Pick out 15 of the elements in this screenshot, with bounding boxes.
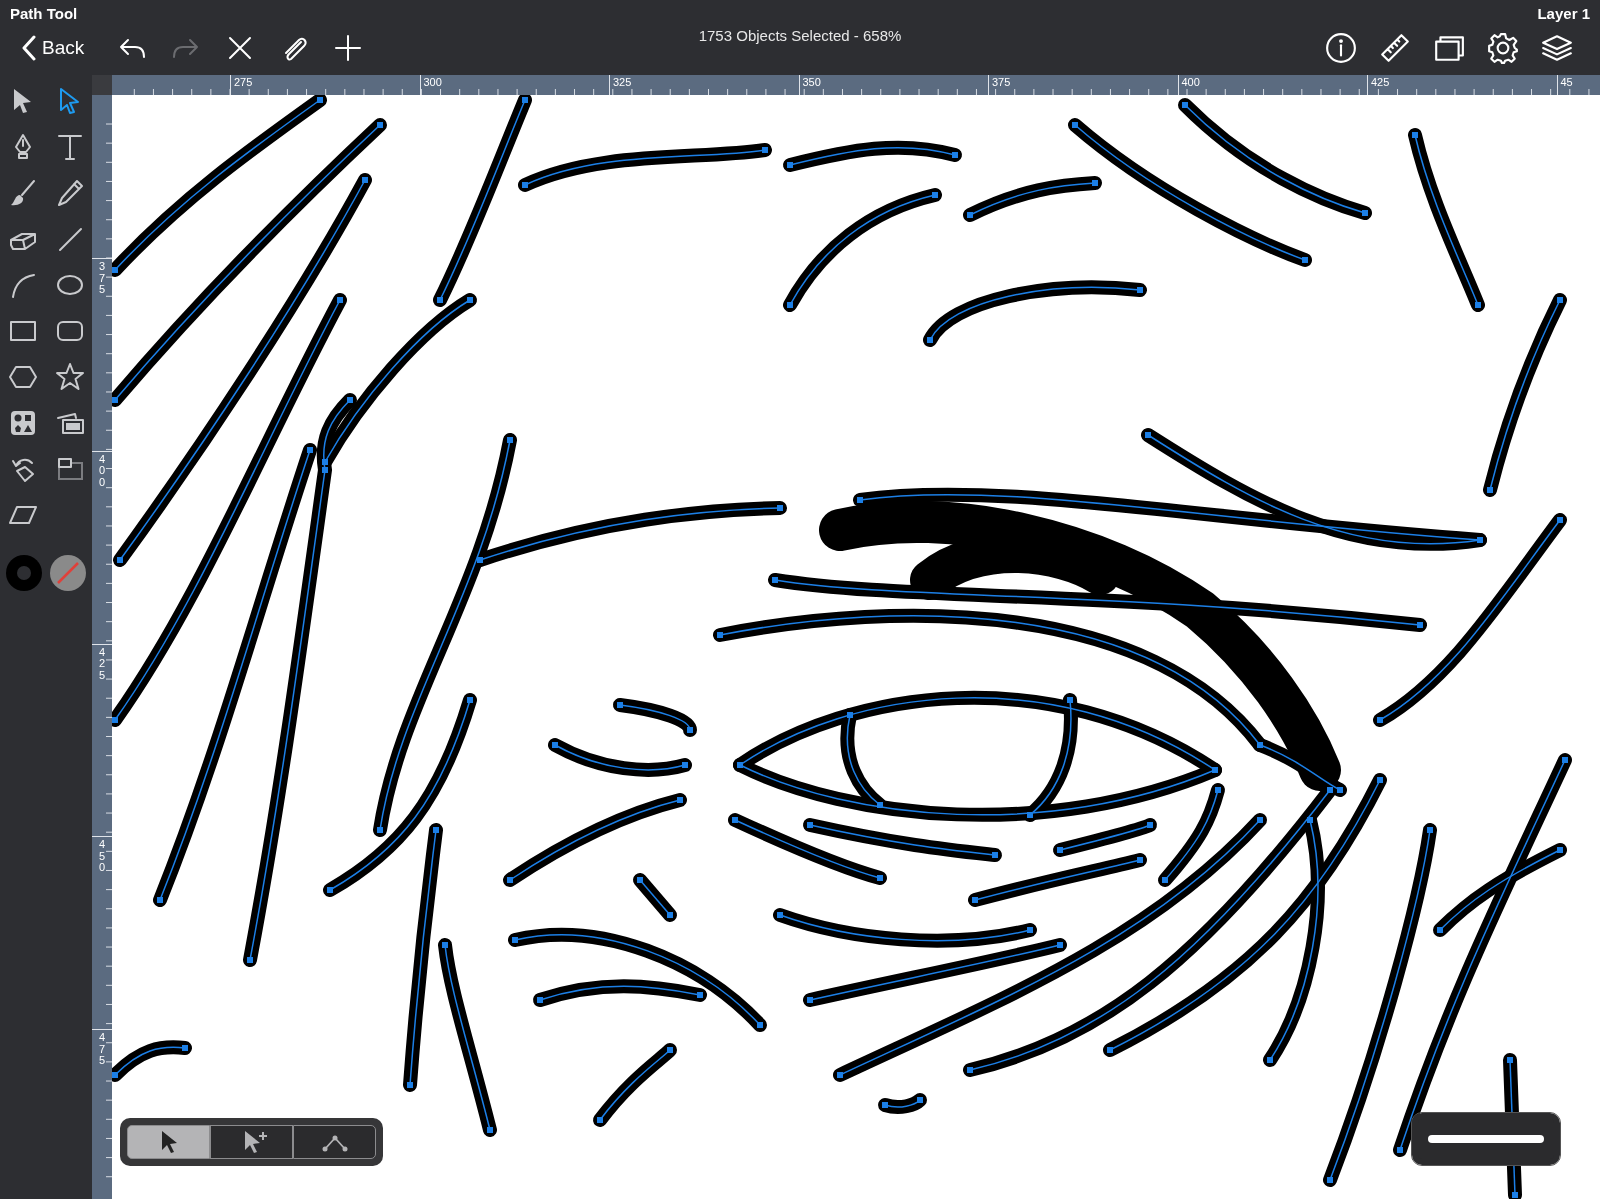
node-mode-button[interactable] <box>293 1125 376 1159</box>
ruler-corner <box>92 75 112 95</box>
settings-icon[interactable] <box>1486 31 1520 65</box>
stroke-swatch[interactable] <box>6 555 42 591</box>
stroke-width-control[interactable] <box>1412 1113 1560 1165</box>
info-icon[interactable] <box>1324 31 1358 65</box>
back-button[interactable]: Back <box>22 33 85 63</box>
ruler-icon[interactable] <box>1378 31 1412 65</box>
chevron-left-icon <box>22 35 36 61</box>
select-mode-button[interactable] <box>127 1125 210 1159</box>
fill-swatch[interactable] <box>50 555 86 591</box>
add-select-mode-button[interactable] <box>210 1125 293 1159</box>
layer-name: Layer 1 <box>1537 4 1590 24</box>
tool-name: Path Tool <box>10 4 78 24</box>
selection-status: 1753 Objects Selected - 658% <box>697 26 903 46</box>
